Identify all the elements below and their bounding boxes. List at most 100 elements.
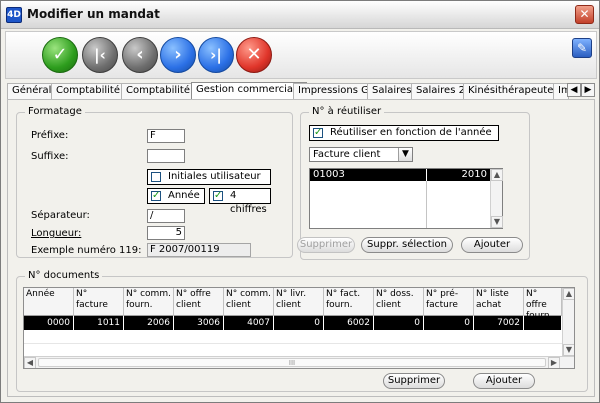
- quatre-chiffres-checkbox[interactable]: 4 chiffres: [209, 188, 271, 215]
- reutiliser-ajouter-button[interactable]: Ajouter: [461, 237, 523, 253]
- next-record-button[interactable]: ›: [160, 37, 196, 73]
- scroll-down-icon[interactable]: ▼: [563, 344, 574, 356]
- next-record-icon: ›: [174, 44, 182, 65]
- window: 4D Modifier un mandat ✕ ✓ |‹ ‹ › ›| ✕ ✎ …: [0, 0, 600, 403]
- scroll-right-icon[interactable]: ▶: [548, 357, 560, 368]
- suffixe-field[interactable]: [147, 149, 185, 163]
- suppr-selection-button[interactable]: Suppr. sélection: [361, 237, 453, 253]
- column-header[interactable]: N° comm. fourn.: [124, 288, 174, 316]
- column-header[interactable]: N° doss. client: [374, 288, 424, 316]
- list-vertical-scrollbar[interactable]: ▲ ▼: [490, 169, 503, 228]
- column-header[interactable]: N° fact. fourn.: [324, 288, 374, 316]
- column-header[interactable]: N° livr. client: [274, 288, 324, 316]
- reutiliser-list[interactable]: 01003 2010 ▲ ▼: [309, 168, 503, 229]
- reutiliser-supprimer-button[interactable]: Supprimer: [297, 237, 355, 253]
- reutiliser-annee-checkbox[interactable]: Réutiliser en fonction de l'année: [309, 125, 499, 141]
- tab-kinesitherapeutes[interactable]: Kinésithérapeutes: [463, 83, 564, 99]
- table-cell: 0: [424, 316, 474, 330]
- documents-group: N° documents Année N° facture N° comm. f…: [16, 270, 588, 392]
- tab-general[interactable]: Général: [7, 83, 57, 99]
- tab-salaires-2[interactable]: Salaires 2: [411, 83, 470, 99]
- tab-salaires[interactable]: Salaires: [367, 83, 417, 99]
- edit-button[interactable]: ✎: [572, 38, 592, 58]
- list-item-annee: 2010: [461, 169, 487, 180]
- tab-content: Formatage Préfixe: F Suffixe: Initiales …: [7, 99, 595, 397]
- table-cell: 7002: [474, 316, 524, 330]
- table-cell: 1011: [74, 316, 124, 330]
- close-window-button[interactable]: ✕: [575, 5, 594, 24]
- separateur-field[interactable]: /: [147, 209, 185, 223]
- validate-button[interactable]: ✓: [42, 37, 78, 73]
- annee-checkbox[interactable]: Année: [147, 188, 205, 204]
- column-header[interactable]: N° liste achat: [474, 288, 524, 316]
- prefixe-label: Préfixe:: [31, 130, 69, 141]
- quatre-chiffres-label: 4 chiffres: [230, 190, 267, 215]
- checkbox-checked-icon: [213, 189, 223, 203]
- previous-record-button[interactable]: ‹: [122, 37, 158, 73]
- pen-icon: ✎: [576, 41, 588, 55]
- exemple-label: Exemple numéro 119:: [31, 245, 142, 256]
- table-cell: 0000: [24, 316, 74, 330]
- scroll-thumb[interactable]: III: [38, 358, 546, 367]
- column-header[interactable]: N° offre fourn.: [524, 288, 562, 316]
- first-record-icon: |‹: [94, 46, 106, 64]
- table-row[interactable]: 0000 1011 2006 3006 4007 0 6002 0 0 7002: [24, 316, 562, 330]
- scroll-up-icon[interactable]: ▲: [563, 288, 574, 300]
- table-cell: 2006: [124, 316, 174, 330]
- tab-scroll-right-icon[interactable]: ▶: [581, 83, 595, 97]
- toolbar: ✓ |‹ ‹ › ›| ✕ ✎: [5, 31, 597, 79]
- exemple-field: F 2007/00119: [147, 243, 251, 257]
- scroll-left-icon[interactable]: ◀: [24, 357, 36, 368]
- documents-supprimer-button[interactable]: Supprimer: [383, 373, 445, 389]
- column-header[interactable]: N° comm. client: [224, 288, 274, 316]
- tab-scroll-left-icon[interactable]: ◀: [567, 83, 581, 97]
- column-divider: [426, 181, 427, 228]
- list-item[interactable]: 01003 2010: [310, 169, 490, 181]
- table-cell: 0: [274, 316, 324, 330]
- column-header[interactable]: Année: [24, 288, 74, 316]
- previous-record-icon: ‹: [136, 44, 144, 65]
- check-icon: ✓: [52, 44, 68, 65]
- checkbox-box: [151, 172, 161, 182]
- scroll-up-icon[interactable]: ▲: [491, 169, 503, 181]
- prefixe-field[interactable]: F: [147, 129, 185, 143]
- title-bar: 4D Modifier un mandat ✕: [1, 1, 599, 29]
- column-header[interactable]: N° offre client: [174, 288, 224, 316]
- table-cell: [524, 316, 562, 330]
- documents-table[interactable]: Année N° facture N° comm. fourn. N° offr…: [23, 287, 575, 369]
- documents-ajouter-button[interactable]: Ajouter: [473, 373, 535, 389]
- table-cell: 0: [374, 316, 424, 330]
- reutiliser-group: N° à réutiliser Réutiliser en fonction d…: [297, 106, 530, 260]
- column-divider: [426, 169, 427, 181]
- longueur-field[interactable]: 5: [147, 226, 185, 240]
- app-logo-icon: 4D: [6, 7, 22, 23]
- initiales-utilisateur-label: Initiales utilisateur: [168, 171, 261, 182]
- document-type-value: Facture client: [313, 149, 381, 160]
- tab-gestion-commerciale[interactable]: Gestion commerciale: [191, 82, 307, 99]
- suffixe-label: Suffixe:: [31, 151, 69, 162]
- reutiliser-annee-label: Réutiliser en fonction de l'année: [330, 127, 492, 138]
- window-title: Modifier un mandat: [27, 7, 160, 21]
- cancel-icon: ✕: [246, 44, 262, 65]
- table-cell: 6002: [324, 316, 374, 330]
- checkbox-checked-icon: [313, 126, 323, 140]
- list-item-numero: 01003: [313, 169, 345, 180]
- table-horizontal-scrollbar[interactable]: ◀ III ▶: [24, 356, 574, 368]
- tab-bar: Général Comptabilité 1 Comptabilité 2 Ge…: [7, 82, 595, 99]
- table-cell: 4007: [224, 316, 274, 330]
- first-record-button[interactable]: |‹: [82, 37, 118, 73]
- column-header[interactable]: N° facture: [74, 288, 124, 316]
- scroll-down-icon[interactable]: ▼: [491, 216, 503, 228]
- annee-label: Année: [168, 190, 200, 201]
- document-type-select[interactable]: Facture client ▼: [309, 147, 413, 162]
- last-record-button[interactable]: ›|: [198, 37, 234, 73]
- last-record-icon: ›|: [210, 46, 222, 64]
- initiales-utilisateur-checkbox[interactable]: Initiales utilisateur: [147, 169, 271, 185]
- cancel-button[interactable]: ✕: [236, 37, 272, 73]
- table-empty-row: [24, 330, 562, 344]
- reutiliser-title: N° à réutiliser: [309, 106, 385, 117]
- formatage-group: Formatage Préfixe: F Suffixe: Initiales …: [16, 106, 293, 258]
- table-vertical-scrollbar[interactable]: ▲ ▼: [562, 288, 574, 356]
- column-header[interactable]: N° pré- facture: [424, 288, 474, 316]
- longueur-label[interactable]: Longueur:: [31, 228, 81, 239]
